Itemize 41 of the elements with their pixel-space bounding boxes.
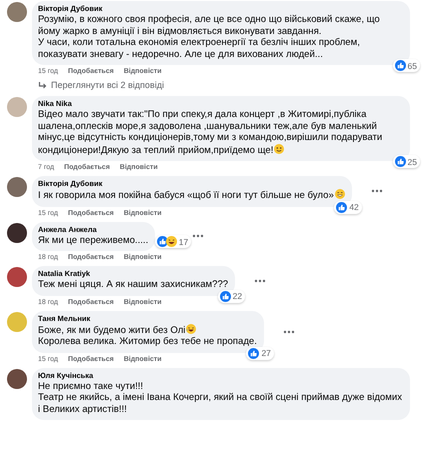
like-icon — [394, 60, 406, 71]
reaction-count[interactable]: 25 — [392, 155, 420, 168]
more-icon[interactable] — [370, 188, 384, 194]
reaction-number: 25 — [408, 156, 417, 166]
like-icon — [220, 290, 231, 302]
more-icon[interactable] — [253, 278, 268, 284]
avatar[interactable] — [7, 368, 27, 388]
like-icon — [156, 236, 168, 247]
reaction-count[interactable]: 65 — [392, 59, 420, 72]
reaction-count[interactable]: 22 — [218, 290, 246, 302]
like-icon — [248, 348, 260, 358]
reaction-number: 17 — [178, 236, 188, 246]
comment-text: Теж мені цяця. А як нашим захисникам??? — [38, 279, 228, 290]
comment-text: Як ми це переживемо..... — [38, 234, 148, 246]
reaction-count[interactable]: 27 — [246, 346, 274, 360]
comment-text: Розумію, в кожного своя професія, але це все одно що військовий скаже, що йому жарко в амуніції і він відмовляється виконувати завдання. — [38, 14, 381, 37]
laughing-face-icon — [166, 236, 177, 247]
comment-text: Відео мало звучати так:"По при спеку,я дала концерт ,в Житомирі,публіка шалена,оплесків море,я задоволена ,шанувальники теж,але був маленький мінус,це відсутність кондиціонерів,тому ми з командою,вирішили подарувати кондиціонери!Дякую за теплий прийом,приїдемо ще! — [38, 109, 384, 156]
more-icon[interactable] — [191, 233, 206, 240]
comment-text: У часи, коли тотальна економія електроенергії та безліч інших проблем, показувати зневагу - недоречно. Але це для вихованих людей... — [38, 37, 361, 60]
comment-text: Боже, як ми будемо жити без Олі — [38, 324, 257, 336]
reaction-count[interactable]: 42 — [334, 200, 362, 214]
reaction-number: 27 — [261, 348, 271, 358]
reaction-number: 65 — [408, 60, 417, 70]
reaction-number: 42 — [349, 202, 359, 212]
comment-text: І як говорила моя покійна бабуся «щоб її ноги тут більше не було» — [38, 189, 345, 202]
reaction-number: 22 — [232, 291, 242, 301]
more-icon[interactable] — [282, 328, 296, 334]
reaction-count[interactable]: 17 — [154, 235, 192, 248]
view-replies-link[interactable]: Переглянути всі 2 відповіді — [51, 80, 164, 90]
reply-arrow-icon — [38, 80, 47, 90]
like-icon — [336, 202, 348, 212]
laughing-face-icon — [186, 324, 196, 334]
smiley-icon — [274, 144, 284, 154]
comment-text: Театр не якийсь, а імені Івана Кочерги, який на своїй сцені приймав дуже відомих і Великих артистів!!! — [38, 392, 403, 415]
comment-text: Королева велика. Житомир без тебе не пропаде. — [38, 336, 257, 348]
comment-text: Не приємно таке чути!!! — [38, 380, 144, 392]
grinning-face-icon — [334, 189, 345, 199]
avatar[interactable] — [7, 267, 27, 287]
avatar[interactable] — [7, 222, 27, 242]
like-icon — [394, 156, 406, 167]
